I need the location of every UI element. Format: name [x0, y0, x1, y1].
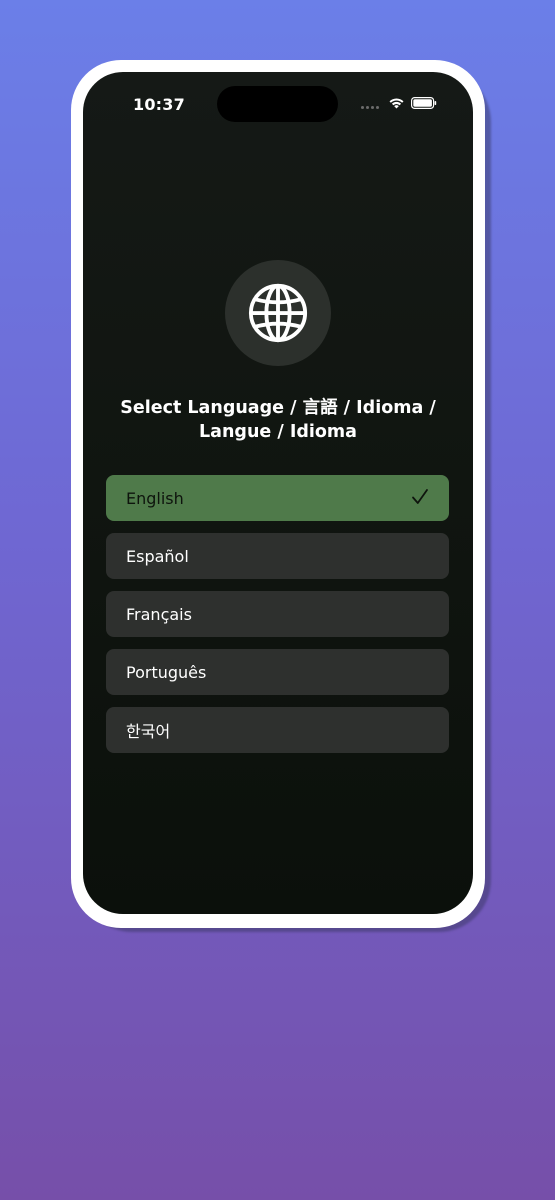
- language-label: Português: [126, 662, 207, 682]
- language-list: English Español Français Português 한국어: [106, 475, 449, 765]
- checkmark-icon: [412, 489, 428, 504]
- globe-icon: [248, 283, 308, 343]
- wifi-icon: [389, 98, 404, 109]
- battery-icon: [411, 97, 437, 109]
- language-label: English: [126, 488, 184, 508]
- app-screen: 10:37 Select Language / 言語 / Idioma / La…: [83, 72, 473, 914]
- page-title: Select Language / 言語 / Idioma / Langue /…: [120, 398, 436, 442]
- status-time: 10:37: [133, 95, 185, 114]
- dynamic-island: [217, 86, 338, 122]
- language-label: Français: [126, 604, 192, 624]
- cellular-signal-icon: [361, 106, 379, 109]
- language-option-english[interactable]: English: [106, 475, 449, 521]
- language-option-french[interactable]: Français: [106, 591, 449, 637]
- language-option-portuguese[interactable]: Português: [106, 649, 449, 695]
- language-option-spanish[interactable]: Español: [106, 533, 449, 579]
- globe-badge: [225, 260, 331, 366]
- language-label: Español: [126, 546, 189, 566]
- language-option-korean[interactable]: 한국어: [106, 707, 449, 753]
- language-label: 한국어: [126, 722, 171, 741]
